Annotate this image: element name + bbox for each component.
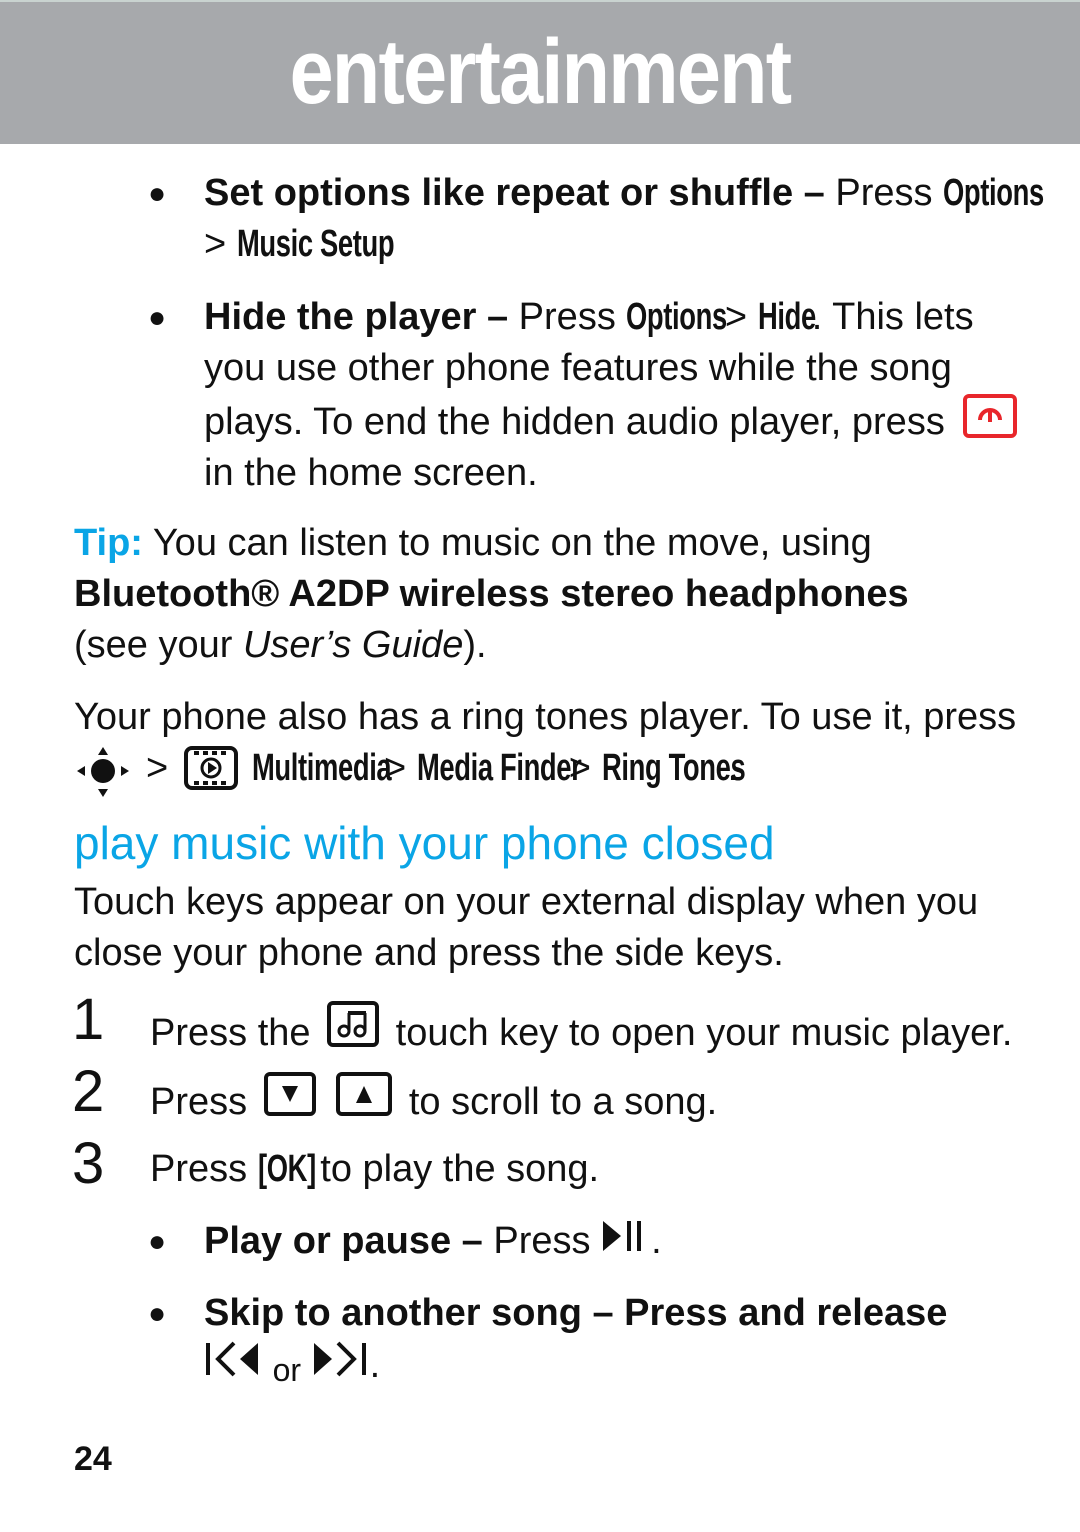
- tip-text: ).: [463, 624, 487, 666]
- bullet-title: Skip to another song – Press and release: [204, 1292, 948, 1334]
- step-text: to play the song.: [309, 1148, 600, 1190]
- bullet-text: Press: [482, 1220, 602, 1262]
- or-text: or: [272, 1352, 302, 1388]
- tip-text: (see your: [74, 624, 243, 666]
- chapter-header: entertainment: [0, 0, 1080, 144]
- step-text: Press the: [150, 1012, 311, 1054]
- play-pause-icon: [601, 1217, 651, 1269]
- tip-text: You can listen to music on the move, usi…: [142, 522, 872, 564]
- bullet-text: Press: [508, 296, 627, 338]
- ringtones-text: Your phone also has a ring tones player.…: [74, 696, 1017, 738]
- bullet-dot: ●: [148, 177, 167, 210]
- step-text: touch key to open your music player.: [395, 1012, 1013, 1054]
- down-key-icon: [263, 1072, 316, 1116]
- bullet-skip-song: Skip to another song – Press and release…: [204, 1288, 947, 1396]
- step-text: Press: [150, 1148, 258, 1190]
- bullet-title: Hide the player –: [204, 296, 509, 338]
- step-number: 2: [72, 1059, 105, 1124]
- intro-text: Touch keys appear on your external displ…: [74, 881, 979, 923]
- menu-separator: >: [204, 223, 237, 265]
- bullet-hide-player: Hide the player – Press Options > Hide. …: [204, 292, 1034, 499]
- up-key-icon: [336, 1072, 393, 1116]
- menu-item-options: Options: [943, 172, 1044, 214]
- power-end-key-icon: [963, 394, 1018, 438]
- tip-paragraph: Tip: You can listen to music on the move…: [74, 518, 1034, 671]
- bullet-dot: ●: [148, 301, 167, 334]
- tip-label: Tip:: [74, 522, 143, 564]
- menu-item-music-setup: Music Setup: [236, 223, 395, 265]
- menu-item-multimedia: Multimedia: [252, 747, 392, 789]
- step-2: Press to scroll to a song.: [150, 1072, 717, 1128]
- previous-track-icon: [204, 1339, 262, 1393]
- section-heading: play music with your phone closed: [74, 817, 775, 869]
- step-number: 1: [72, 987, 105, 1052]
- menu-item-media-finder: Media Finder: [416, 747, 582, 789]
- bullet-dot: ●: [148, 1225, 167, 1258]
- bullet-title: Play or pause –: [204, 1220, 483, 1262]
- bullet-play-pause: Play or pause – Press .: [204, 1216, 662, 1269]
- ringtones-paragraph: Your phone also has a ring tones player.…: [74, 692, 1034, 797]
- bullet-text: Press: [824, 172, 944, 214]
- step-text: to scroll to a song.: [408, 1081, 718, 1123]
- bullet-dot: ●: [148, 1297, 167, 1330]
- step-1: Press the touch key to open your music p…: [150, 1001, 1012, 1059]
- punctuation: .: [651, 1220, 662, 1262]
- bullet-text: in the home screen.: [204, 452, 538, 494]
- bullet-text: plays. To end the hidden audio player, p…: [204, 401, 945, 443]
- menu-item-hide: Hide: [757, 296, 816, 338]
- menu-item-ring-tones: Ring Tones: [601, 747, 746, 789]
- step-3: Press [OK] to play the song.: [150, 1144, 599, 1195]
- tip-bold-text: Bluetooth® A2DP wireless stereo headphon…: [74, 573, 909, 615]
- bullet-repeat-shuffle: Set options like repeat or shuffle – Pre…: [204, 168, 1044, 270]
- multimedia-icon: [184, 746, 238, 790]
- section-intro: Touch keys appear on your external displ…: [74, 877, 1034, 979]
- page-number: 24: [74, 1440, 112, 1478]
- users-guide-reference: User’s Guide: [242, 624, 464, 666]
- step-text: Press: [150, 1081, 248, 1123]
- next-track-icon: [312, 1339, 370, 1393]
- step-number: 3: [72, 1131, 105, 1196]
- bullet-text: . This lets: [811, 296, 974, 338]
- music-touch-key-icon: [327, 1001, 380, 1047]
- punctuation: .: [369, 1344, 381, 1386]
- bullet-title: Set options like repeat or shuffle –: [204, 172, 825, 214]
- menu-item-options: Options: [626, 296, 728, 338]
- menu-separator: >: [146, 747, 169, 789]
- intro-text: close your phone and press the side keys…: [74, 932, 784, 974]
- nav-key-center-icon: [74, 743, 132, 817]
- ok-key-label: [OK]: [257, 1148, 316, 1190]
- bullet-text: you use other phone features while the s…: [204, 347, 952, 389]
- chapter-title: entertainment: [289, 21, 793, 123]
